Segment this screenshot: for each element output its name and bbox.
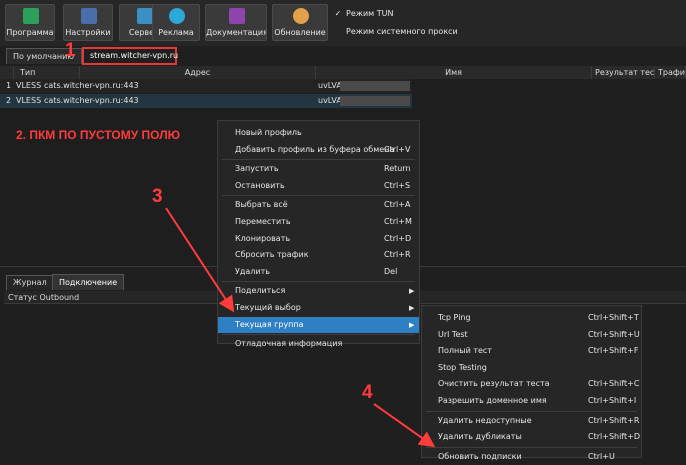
arrow-to-update-subscriptions bbox=[373, 403, 436, 448]
arrow-to-current-group bbox=[165, 207, 235, 313]
annotation-arrows bbox=[165, 207, 436, 448]
